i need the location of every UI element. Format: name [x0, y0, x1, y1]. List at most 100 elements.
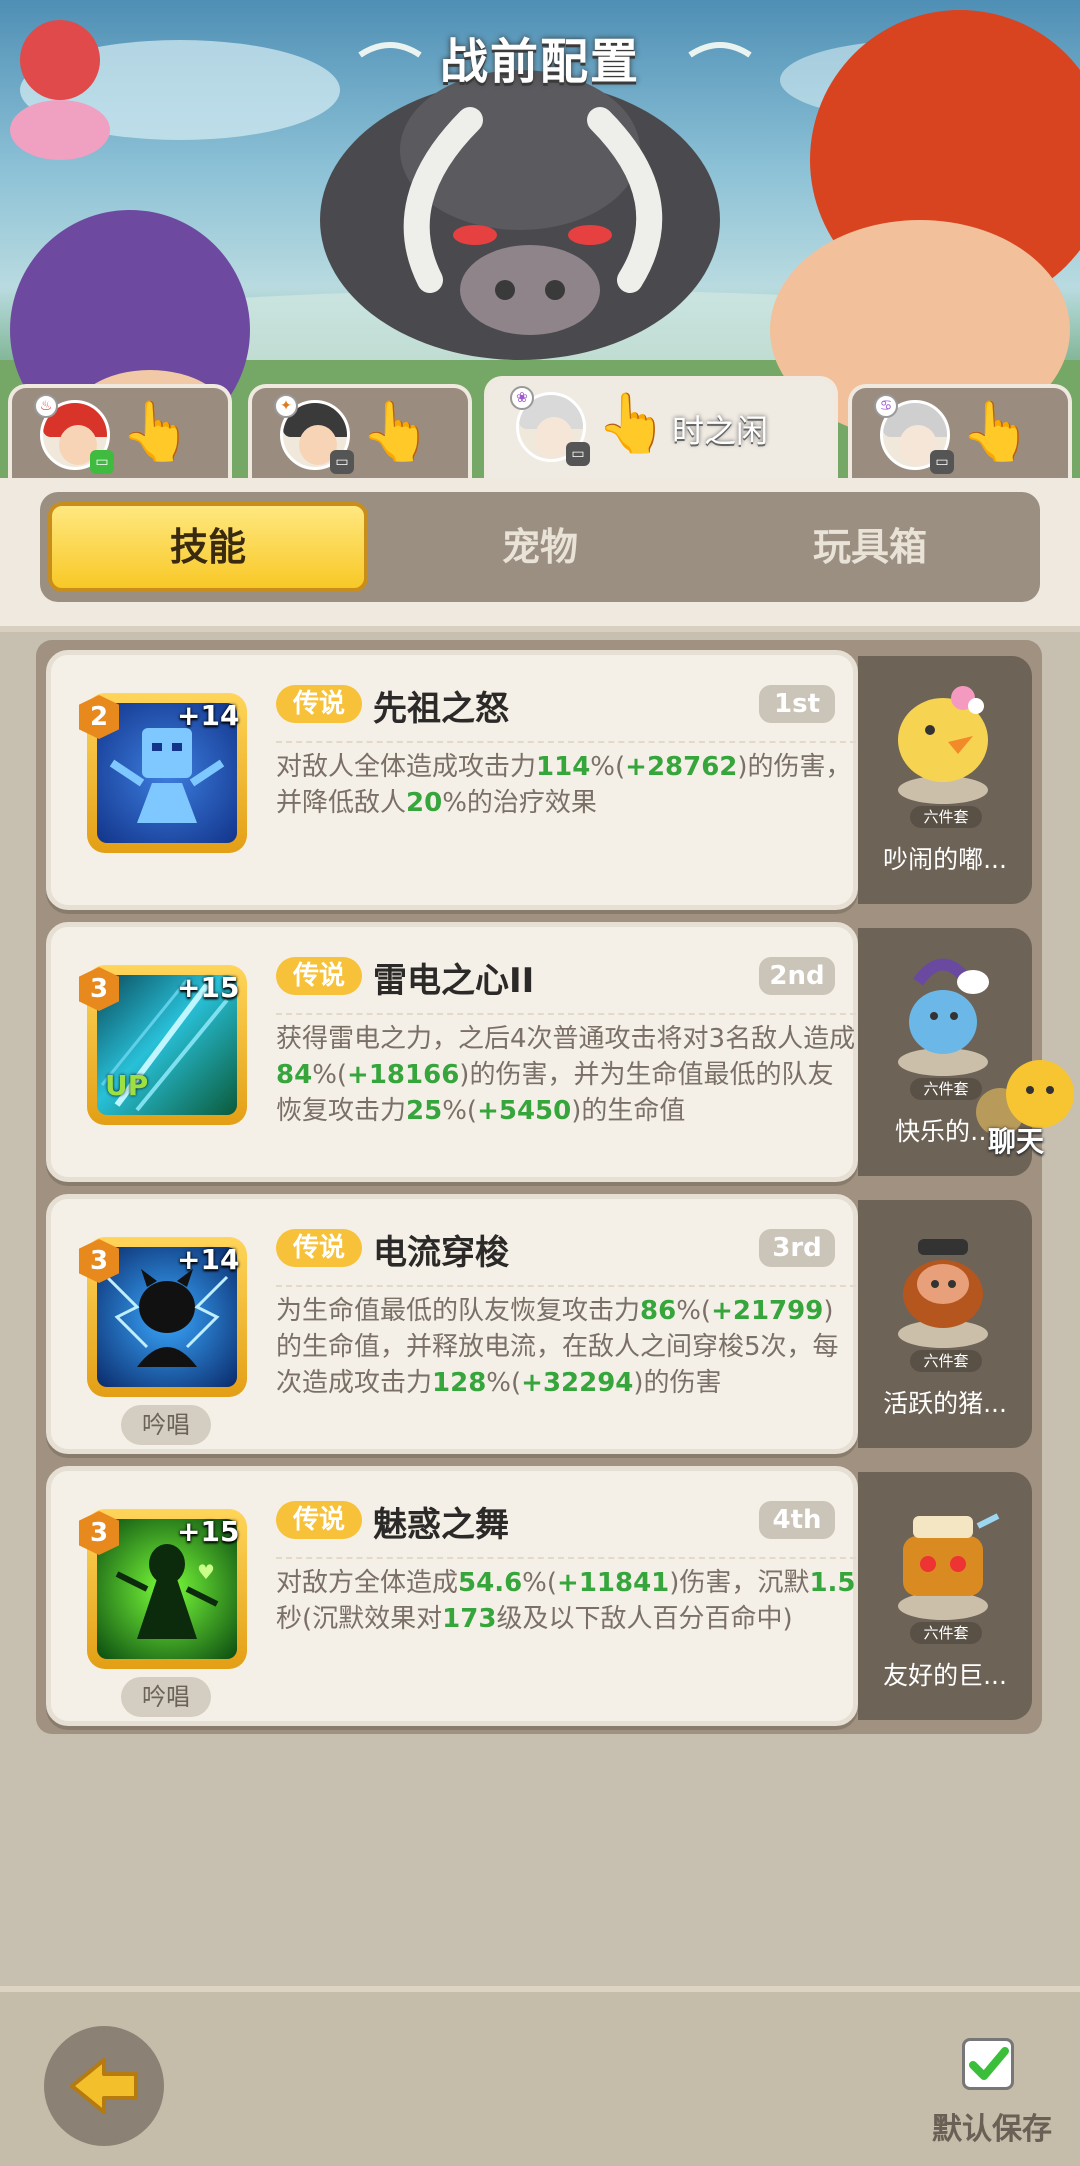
hero-tab-2[interactable]: ✦ ▭ 👆	[248, 384, 472, 480]
description-text: )的伤害	[633, 1368, 722, 1398]
description-text: 对敌人全体造成攻击力	[276, 752, 537, 782]
tab-pets[interactable]: 宠物	[380, 502, 700, 592]
skill-card[interactable]: ♥ 3 +15 吟唱 传说 魅惑之舞 4th 对敌方全体造成54.6%(+118…	[46, 1466, 858, 1726]
skill-description: 为生命值最低的队友恢复攻击力86%(+21799)的生命值，并释放电流，在敌人之…	[276, 1285, 856, 1401]
skill-description: 对敌人全体造成攻击力114%(+28762)的伤害，并降低敌人20%的治疗效果	[276, 741, 856, 821]
skill-card[interactable]: 3 +15 UP 传说 雷电之心II 2nd 获得雷电之力，之后4次普通攻击将对…	[46, 922, 858, 1182]
pointer-hand-icon: 👆	[596, 389, 669, 457]
skill-description: 获得雷电之力，之后4次普通攻击将对3名敌人造成84%(+18166)的伤害，并为…	[276, 1013, 856, 1129]
chat-label[interactable]: 聊天	[988, 1120, 1044, 1160]
pet-figure-icon	[898, 1513, 1000, 1620]
hero-tab-3[interactable]: ❀ ▭ 👆 时之闲	[484, 376, 838, 480]
pet-name: 活跃的猪...	[883, 1389, 1007, 1418]
skill-name: 先祖之怒	[373, 689, 509, 729]
description-text: 为生命值最低的队友恢复攻击力	[276, 1296, 641, 1326]
highlight-value: 86	[640, 1296, 677, 1326]
skill-row-2[interactable]: 3 +15 UP 传说 雷电之心II 2nd 获得雷电之力，之后4次普通攻击将对…	[46, 922, 1032, 1182]
rarity-badge: 传说	[276, 1229, 362, 1267]
skill-plus-level: +14	[177, 1243, 240, 1276]
skill-card[interactable]: 2 +14 传说 先祖之怒 1st 对敌人全体造成攻击力114%(+28762)…	[46, 650, 858, 910]
skill-card[interactable]: 3 +14 吟唱 传说 电流穿梭 3rd 为生命值最低的队友恢复攻击力86%(+…	[46, 1194, 858, 1454]
highlight-value: +21799	[711, 1296, 824, 1326]
chat-status-icon: ▭	[930, 450, 954, 474]
highlight-value: +18166	[347, 1060, 460, 1090]
pet-figure-icon	[898, 1239, 988, 1348]
pet-slot[interactable]: 六件套 吵闹的嘟...	[858, 656, 1032, 904]
hero-tab-bar: ♨ ▭ 👆 ✦ ▭ 👆 ❀ ▭ 👆 时之闲 ♋ ▭ 👆	[0, 376, 1080, 480]
page-title: 战前配置	[439, 34, 640, 90]
skill-description: 对敌方全体造成54.6%(+11841)伤害，沉默1.5 秒(沉默效果对173级及…	[276, 1557, 856, 1637]
rarity-badge: 传说	[276, 957, 362, 995]
back-arrow-icon	[70, 2058, 138, 2114]
description-text: %(	[676, 1296, 712, 1326]
pet-slot[interactable]: 六件套 活跃的猪...	[858, 1200, 1032, 1448]
pointer-hand-icon: 👆	[360, 397, 433, 465]
element-icon: ✦	[274, 394, 298, 418]
svg-text:♥: ♥	[197, 1560, 215, 1584]
rarity-badge: 传说	[276, 1501, 362, 1539]
description-text: %(	[442, 1096, 478, 1126]
chat-status-icon: ▭	[566, 442, 590, 466]
highlight-value: 128	[432, 1368, 487, 1398]
skill-name: 雷电之心II	[373, 961, 535, 1001]
skill-order-badge: 2nd	[759, 957, 835, 995]
skill-list: 2 +14 传说 先祖之怒 1st 对敌人全体造成攻击力114%(+28762)…	[36, 640, 1042, 1734]
element-icon: ♋	[874, 394, 898, 418]
highlight-value: 54.6	[458, 1568, 523, 1598]
chat-status-icon: ▭	[90, 450, 114, 474]
skill-row-1[interactable]: 2 +14 传说 先祖之怒 1st 对敌人全体造成攻击力114%(+28762)…	[46, 650, 1032, 910]
set-tag: 六件套	[910, 806, 982, 828]
chant-tag: 吟唱	[121, 1405, 211, 1445]
set-tag: 六件套	[910, 1622, 982, 1644]
hero-tab-1[interactable]: ♨ ▭ 👆	[8, 384, 232, 480]
chant-tag: 吟唱	[121, 1677, 211, 1717]
description-text: )伤害，沉默	[669, 1568, 810, 1598]
back-button[interactable]	[44, 2026, 164, 2146]
skill-order-badge: 1st	[759, 685, 835, 723]
check-icon	[969, 2047, 1009, 2080]
rarity-badge: 传说	[276, 685, 362, 723]
highlight-value: 114	[536, 752, 591, 782]
description-text: 对敌方全体造成	[276, 1568, 459, 1598]
tab-skills[interactable]: 技能	[48, 502, 368, 592]
chat-status-icon: ▭	[330, 450, 354, 474]
skill-name: 魅惑之舞	[373, 1505, 509, 1545]
skill-row-4[interactable]: ♥ 3 +15 吟唱 传说 魅惑之舞 4th 对敌方全体造成54.6%(+118…	[46, 1466, 1032, 1726]
highlight-value: 84	[276, 1060, 313, 1090]
highlight-value: +5450	[477, 1096, 572, 1126]
skill-name: 电流穿梭	[373, 1233, 509, 1273]
pointer-hand-icon: 👆	[120, 397, 193, 465]
skill-order-badge: 4th	[759, 1501, 835, 1539]
segment-area: 技能 宠物 玩具箱	[0, 478, 1080, 632]
highlight-value: 25	[406, 1096, 443, 1126]
description-text: %(	[590, 752, 626, 782]
highlight-value: 173	[442, 1604, 497, 1634]
default-save-checkbox[interactable]	[962, 2038, 1014, 2090]
highlight-value: 1.5	[809, 1568, 856, 1598]
description-text: 获得雷电之力，之后4次普通攻击将对3名敌人造成	[276, 1024, 856, 1054]
highlight-value: +11841	[557, 1568, 670, 1598]
pet-figure-icon	[898, 686, 988, 804]
skill-plus-level: +15	[177, 971, 240, 1004]
segment-control: 技能 宠物 玩具箱	[40, 492, 1040, 602]
description-text: %(	[522, 1568, 558, 1598]
pet-name: 吵闹的嘟...	[883, 845, 1007, 874]
default-save-label[interactable]: 默认保存	[932, 2104, 1052, 2148]
highlight-value: +32294	[521, 1368, 634, 1398]
element-icon: ♨	[34, 394, 58, 418]
tab-toybox[interactable]: 玩具箱	[710, 502, 1030, 592]
description-text: %的治疗效果	[442, 788, 597, 818]
pet-slot[interactable]: 六件套 友好的巨...	[858, 1472, 1032, 1720]
hero-tab-4[interactable]: ♋ ▭ 👆	[848, 384, 1072, 480]
description-text: )的生命值	[571, 1096, 686, 1126]
upgrade-indicator: UP	[105, 1069, 149, 1102]
description-text: 秒(沉默效果对	[276, 1604, 443, 1634]
hero-name: 时之闲	[672, 412, 769, 450]
description-text: 级及以下敌人百分百命中)	[496, 1604, 793, 1634]
highlight-value: +28762	[625, 752, 738, 782]
bottom-bar: 默认保存	[0, 1986, 1080, 2166]
description-text: %(	[486, 1368, 522, 1398]
skill-row-3[interactable]: 3 +14 吟唱 传说 电流穿梭 3rd 为生命值最低的队友恢复攻击力86%(+…	[46, 1194, 1032, 1454]
highlight-value: 20	[406, 788, 443, 818]
skill-plus-level: +14	[177, 699, 240, 732]
